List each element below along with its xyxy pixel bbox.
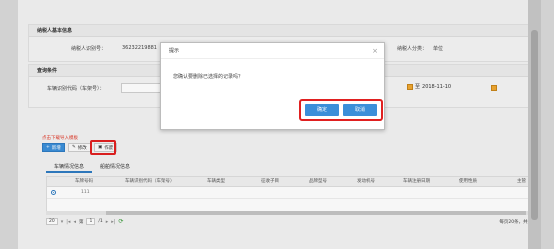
dialog-header: 提示 × xyxy=(161,43,384,59)
dialog-message: 您确认要删除已选择的记录吗？ xyxy=(173,74,244,80)
dialog-buttons-highlight: 确定 取消 xyxy=(299,99,383,121)
confirm-dialog: 提示 × 您确认要删除已选择的记录吗？ 确定 取消 xyxy=(160,42,385,130)
confirm-button[interactable]: 确定 xyxy=(305,104,339,116)
cancel-button[interactable]: 取消 xyxy=(343,104,377,116)
close-icon[interactable]: × xyxy=(372,43,378,59)
dialog-title: 提示 xyxy=(169,48,180,54)
